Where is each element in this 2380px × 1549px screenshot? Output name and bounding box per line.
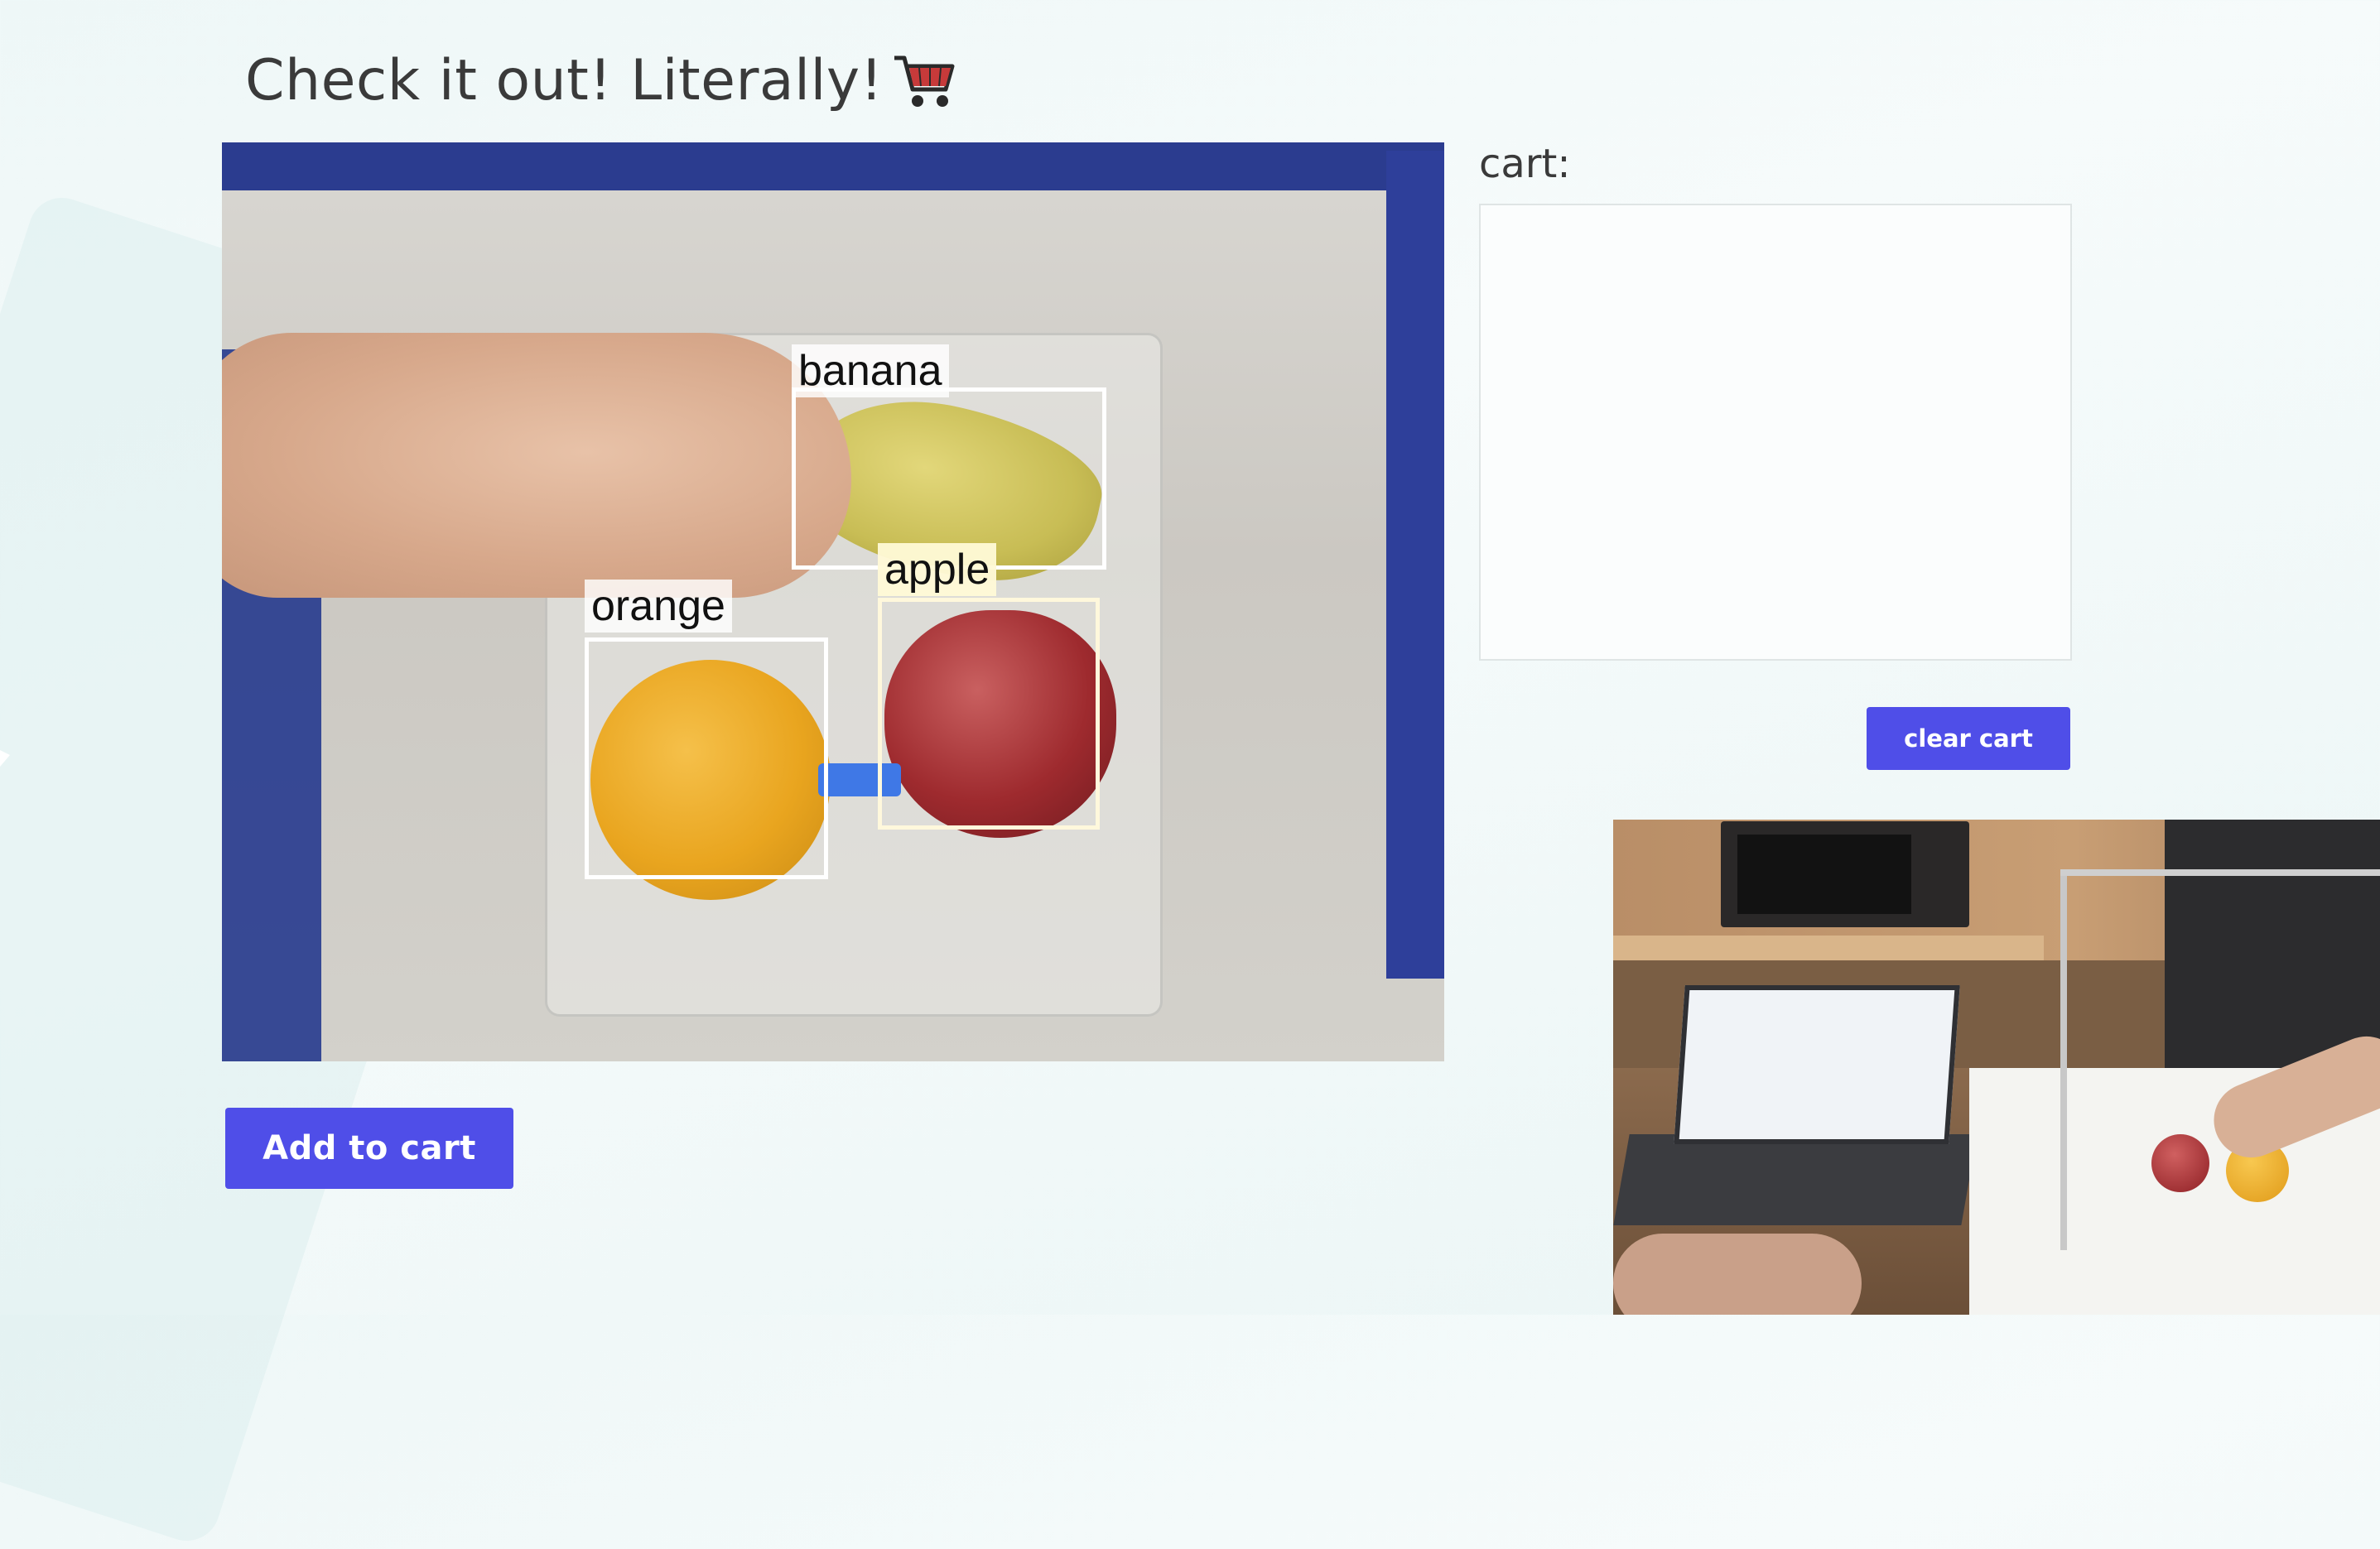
video-frame-post [2060,869,2067,1250]
detection-box-apple [878,598,1100,830]
webcam-overlay-video [1613,820,2380,1315]
video-apple [2151,1134,2209,1192]
video-frame-bar [2060,869,2380,876]
cart-list [1479,204,2072,661]
camera-scene-clip-right [1386,151,1444,979]
detection-box-orange [585,637,828,879]
video-microwave-door [1737,835,1911,914]
video-shelf [1613,936,2044,960]
cart-label: cart: [1479,141,1571,187]
page-title: Check it out! Literally! [245,48,957,113]
video-laptop-base [1613,1134,1978,1225]
add-to-cart-button[interactable]: Add to cart [225,1108,513,1189]
clear-cart-button[interactable]: clear cart [1867,707,2070,770]
page-title-text: Check it out! Literally! [245,48,884,113]
video-hand [1613,1234,1862,1315]
detection-label-apple: apple [878,543,997,596]
camera-feed: banana orange apple [222,142,1444,1061]
camera-scene-bar [222,142,1444,190]
hand [222,333,851,598]
shopping-cart-icon [894,55,955,107]
mouse-cursor-icon [0,750,10,767]
detection-label-orange: orange [585,580,732,633]
detection-box-banana [792,387,1106,570]
detection-label-banana: banana [792,344,949,397]
video-laptop-screen [1674,985,1960,1144]
